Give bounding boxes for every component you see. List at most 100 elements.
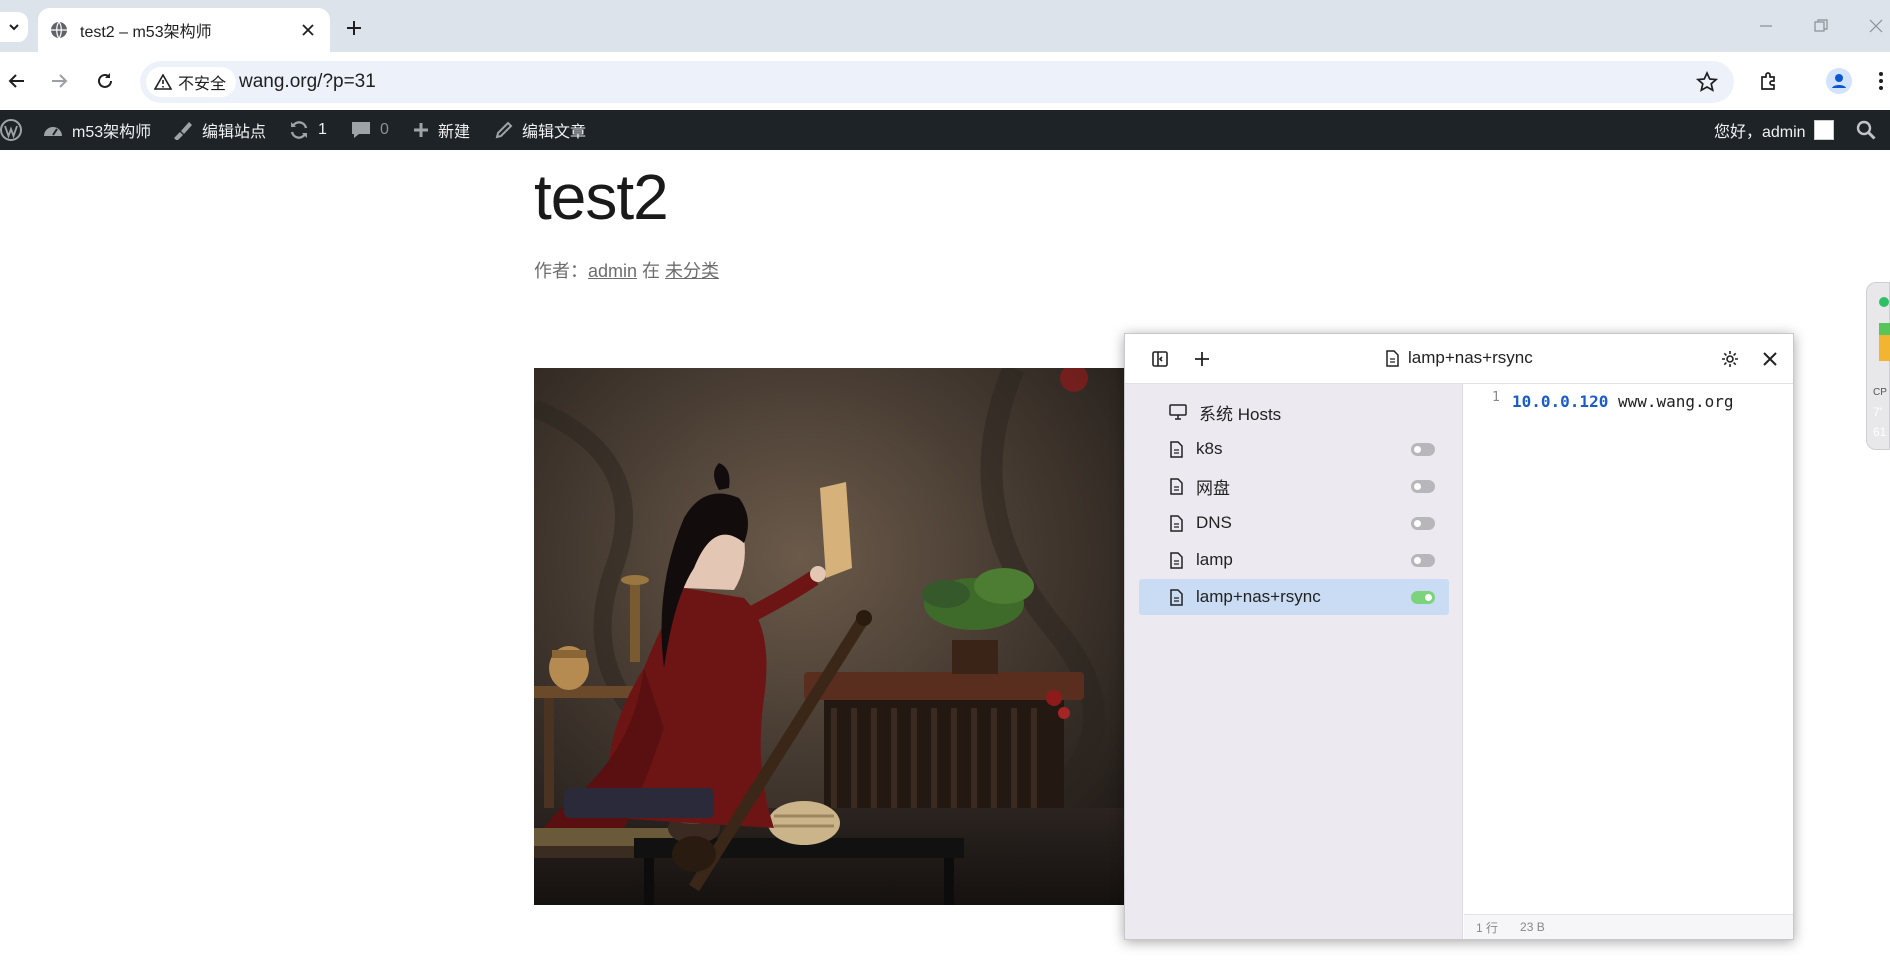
- hosts-item-dns[interactable]: DNS: [1139, 505, 1449, 541]
- updates-icon: [290, 121, 308, 139]
- hosts-toggle-netdisk[interactable]: [1411, 480, 1435, 493]
- hosts-editor[interactable]: 1 10.0.0.120 www.wang.org: [1464, 384, 1793, 914]
- window-close-button[interactable]: [1858, 14, 1890, 38]
- status-size: 23 B: [1520, 920, 1545, 934]
- hosts-toggle-lamp[interactable]: [1411, 554, 1435, 567]
- status-dot: [1879, 297, 1889, 307]
- extensions-button[interactable]: [1754, 66, 1784, 96]
- reload-button[interactable]: [90, 66, 120, 96]
- wp-edit-site[interactable]: 编辑站点: [172, 110, 266, 150]
- comment-icon: [352, 122, 370, 138]
- dashboard-icon: [44, 127, 62, 136]
- updates-count: 1: [318, 121, 327, 138]
- hosts-item-label: 系统 Hosts: [1199, 404, 1282, 424]
- hosts-item-system[interactable]: 系统 Hosts: [1139, 394, 1449, 430]
- sidebar-toggle-icon: [1152, 351, 1168, 367]
- meta-in: 在: [637, 261, 666, 281]
- wp-updates[interactable]: 1: [288, 110, 327, 150]
- settings-button[interactable]: [1717, 346, 1743, 372]
- hosts-toggle-k8s[interactable]: [1411, 443, 1435, 456]
- wp-edit-post[interactable]: 编辑文章: [494, 110, 586, 150]
- close-icon: [302, 24, 314, 36]
- wp-logo-button[interactable]: [0, 110, 30, 150]
- hosts-header: lamp+nas+rsync: [1125, 334, 1793, 384]
- post-meta: 作者：admin 在 未分类: [534, 257, 719, 283]
- hosts-item-k8s[interactable]: k8s: [1139, 431, 1449, 467]
- close-icon: [1869, 19, 1883, 33]
- avatar: [1813, 120, 1834, 140]
- line-number: 1: [1492, 390, 1500, 405]
- side-monitor-widget[interactable]: CP 7' 61: [1866, 282, 1890, 450]
- tab-close-button[interactable]: [298, 20, 318, 40]
- widget-bar: [1879, 335, 1890, 361]
- category-link[interactable]: 未分类: [665, 261, 719, 281]
- edit-post-label: 编辑文章: [522, 124, 587, 141]
- code-line[interactable]: 10.0.0.120 www.wang.org: [1512, 392, 1734, 411]
- widget-label-3: 61: [1873, 425, 1887, 439]
- minimize-icon: [1760, 25, 1772, 27]
- plus-icon: [1195, 352, 1209, 366]
- close-panel-button[interactable]: [1757, 346, 1783, 372]
- featured-image: [534, 368, 1126, 905]
- warning-icon: [154, 74, 172, 90]
- wp-search-button[interactable]: [1856, 110, 1884, 150]
- bookmark-button[interactable]: [1696, 71, 1718, 93]
- wp-comments[interactable]: 0: [350, 110, 389, 150]
- close-icon: [1763, 352, 1777, 366]
- brush-icon: [174, 122, 192, 140]
- tab-strip: test2 – m53架构师: [0, 0, 1890, 52]
- hosts-item-lamp[interactable]: lamp: [1139, 542, 1449, 578]
- hosts-title-label: lamp+nas+rsync: [1408, 348, 1533, 367]
- hosts-current-title: lamp+nas+rsync: [1385, 348, 1533, 368]
- post-title: test2: [534, 161, 669, 233]
- plus-icon: [414, 123, 428, 137]
- hosts-item-label: 网盘: [1196, 478, 1230, 498]
- monitor-icon: [1169, 404, 1187, 420]
- tab-title: test2 – m53架构师: [80, 24, 212, 41]
- hosts-list: 系统 Hosts k8s 网盘 DNS lamp lamp+nas+rsync: [1125, 384, 1463, 939]
- add-hosts-button[interactable]: [1189, 346, 1215, 372]
- new-tab-button[interactable]: [340, 14, 368, 42]
- wp-admin-bar: m53架构师 编辑站点 1 0 新建 编辑文章 您好，admin: [0, 110, 1890, 150]
- meta-prefix: 作者：: [534, 261, 588, 281]
- file-icon: [1170, 551, 1183, 569]
- avatar-icon: [1826, 68, 1852, 94]
- pencil-icon: [495, 121, 513, 139]
- security-chip[interactable]: 不安全: [146, 67, 237, 97]
- hosts-item-lamp-nas-rsync[interactable]: lamp+nas+rsync: [1139, 579, 1449, 615]
- browser-tab-active[interactable]: test2 – m53架构师: [38, 8, 330, 52]
- restore-button[interactable]: [1803, 14, 1839, 38]
- file-icon: [1170, 440, 1183, 458]
- tab-search-button[interactable]: [0, 12, 28, 42]
- security-label: 不安全: [178, 76, 227, 93]
- wp-account-menu[interactable]: 您好，admin: [1714, 110, 1834, 150]
- star-icon: [1696, 71, 1718, 92]
- status-lines: 1 行: [1476, 920, 1499, 935]
- hosts-toggle-lamp-nas-rsync[interactable]: [1411, 591, 1435, 604]
- file-icon: [1386, 349, 1399, 367]
- reload-icon: [98, 73, 112, 88]
- browser-menu-button[interactable]: [1866, 66, 1890, 96]
- code-ip: 10.0.0.120: [1512, 392, 1609, 411]
- url-text[interactable]: wang.org/?p=31: [239, 71, 376, 93]
- toggle-sidebar-button[interactable]: [1147, 346, 1173, 372]
- wp-new-content[interactable]: 新建: [412, 110, 470, 150]
- new-label: 新建: [438, 124, 471, 141]
- minimize-button[interactable]: [1748, 14, 1784, 38]
- file-icon: [1170, 514, 1183, 532]
- edit-site-label: 编辑站点: [202, 124, 267, 141]
- forward-button[interactable]: [44, 66, 74, 96]
- back-button[interactable]: [2, 66, 32, 96]
- author-link[interactable]: admin: [588, 261, 637, 281]
- hosts-item-label: lamp: [1196, 550, 1233, 569]
- arrow-right-icon: [52, 74, 68, 88]
- hosts-item-label: k8s: [1196, 439, 1223, 458]
- widget-label-1: CP: [1873, 387, 1887, 398]
- wp-site-name[interactable]: m53架构师: [42, 110, 151, 150]
- profile-button[interactable]: [1824, 66, 1854, 96]
- address-bar[interactable]: 不安全 wang.org/?p=31: [140, 61, 1734, 103]
- wordpress-logo-icon: [0, 119, 22, 141]
- hosts-item-netdisk[interactable]: 网盘: [1139, 468, 1449, 504]
- code-host: www.wang.org: [1608, 392, 1734, 411]
- hosts-toggle-dns[interactable]: [1411, 517, 1435, 530]
